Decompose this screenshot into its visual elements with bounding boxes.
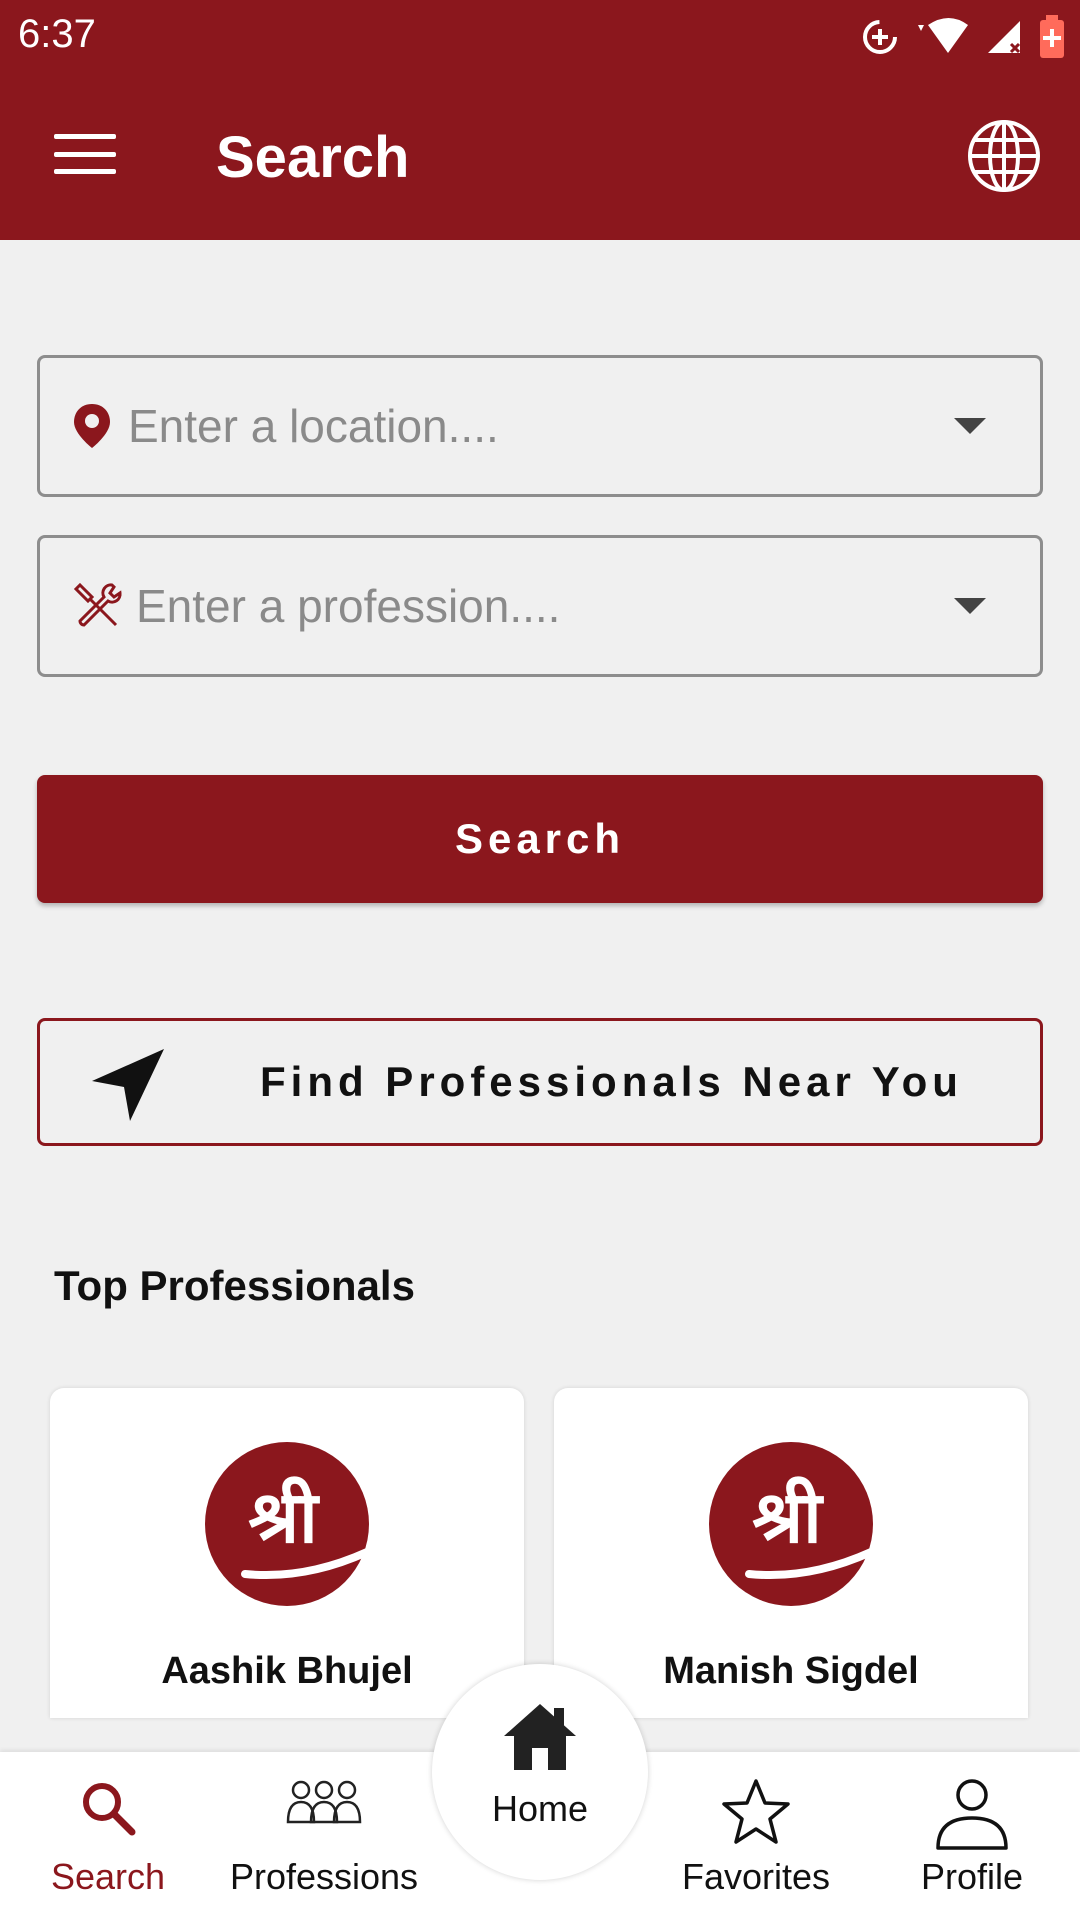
nav-item-favorites[interactable]: Favorites bbox=[648, 1752, 864, 1920]
nav-label: Favorites bbox=[681, 1856, 831, 1897]
professional-name: Manish Sigdel bbox=[663, 1650, 919, 1692]
app-bar: Search bbox=[0, 74, 1080, 240]
chevron-down-icon[interactable] bbox=[954, 598, 986, 614]
logo-text: श्री bbox=[248, 1475, 320, 1559]
nav-label: Search bbox=[50, 1856, 166, 1897]
search-icon bbox=[83, 1783, 136, 1836]
page-title: Search bbox=[216, 125, 410, 190]
tools-icon bbox=[73, 582, 122, 627]
home-icon bbox=[504, 1704, 576, 1770]
nav-label: Professions bbox=[229, 1856, 419, 1897]
data-saver-icon bbox=[863, 20, 897, 54]
location-placeholder: Enter a location.... bbox=[128, 400, 499, 452]
status-bar: 6:37 bbox=[0, 0, 1080, 74]
nav-label: Profile bbox=[920, 1856, 1024, 1897]
professional-card[interactable]: श्री Manish Sigdel bbox=[554, 1388, 1028, 1718]
nav-item-search[interactable]: Search bbox=[0, 1752, 216, 1920]
profession-placeholder: Enter a profession.... bbox=[136, 580, 561, 632]
navigation-arrow-icon bbox=[92, 1049, 164, 1121]
wifi-icon bbox=[918, 18, 968, 53]
signal-icon bbox=[988, 21, 1021, 54]
menu-icon-bar bbox=[54, 151, 116, 157]
status-time: 6:37 bbox=[18, 12, 96, 56]
battery-icon bbox=[1040, 15, 1064, 58]
find-near-label: Find Professionals Near You bbox=[260, 1058, 963, 1105]
location-pin-icon bbox=[74, 404, 110, 448]
nav-label: Home bbox=[491, 1788, 589, 1829]
menu-icon-bar bbox=[54, 169, 116, 174]
section-title: Top Professionals bbox=[54, 1262, 415, 1309]
star-icon bbox=[722, 1779, 790, 1844]
nav-item-profile[interactable]: Profile bbox=[864, 1752, 1080, 1920]
professional-card[interactable]: श्री Aashik Bhujel bbox=[50, 1388, 524, 1718]
professional-name: Aashik Bhujel bbox=[161, 1650, 413, 1692]
logo-text: श्री bbox=[752, 1475, 824, 1559]
people-icon bbox=[286, 1780, 362, 1824]
nav-item-professions[interactable]: Professions bbox=[216, 1752, 432, 1920]
menu-button[interactable] bbox=[50, 124, 120, 184]
location-input[interactable]: Enter a location.... bbox=[37, 355, 1043, 497]
nav-item-home[interactable]: Home bbox=[432, 1664, 648, 1880]
chevron-down-icon[interactable] bbox=[954, 418, 986, 434]
globe-icon[interactable] bbox=[964, 116, 1044, 196]
search-button[interactable]: Search bbox=[37, 775, 1043, 903]
find-near-button[interactable]: Find Professionals Near You bbox=[37, 1018, 1043, 1146]
status-icons bbox=[860, 12, 1066, 62]
profession-input[interactable]: Enter a profession.... bbox=[37, 535, 1043, 677]
brand-logo: श्री bbox=[205, 1442, 369, 1606]
menu-icon bbox=[54, 134, 116, 139]
brand-logo: श्री bbox=[709, 1442, 873, 1606]
person-icon bbox=[936, 1779, 1008, 1850]
